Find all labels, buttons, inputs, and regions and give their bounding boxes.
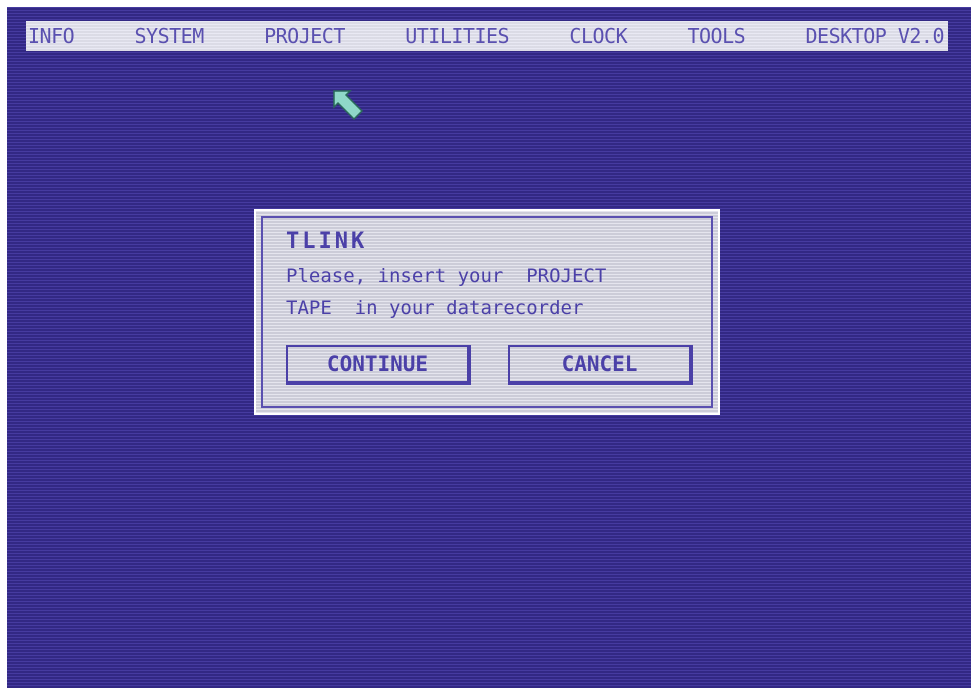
menu-info[interactable]: INFO <box>28 24 75 48</box>
continue-button[interactable]: CONTINUE <box>286 345 471 385</box>
arrow-pointer-icon <box>333 90 364 121</box>
menu-project[interactable]: PROJECT <box>264 24 345 48</box>
menu-bar: INFO SYSTEM PROJECT UTILITIES CLOCK TOOL… <box>26 21 948 51</box>
cancel-button[interactable]: CANCEL <box>508 345 693 385</box>
menu-system[interactable]: SYSTEM <box>135 24 205 48</box>
menu-tools[interactable]: TOOLS <box>687 24 745 48</box>
desktop-screen: INFO SYSTEM PROJECT UTILITIES CLOCK TOOL… <box>7 7 971 688</box>
dialog-message-line-2: TAPE in your datarecorder <box>286 297 584 319</box>
menu-utilities[interactable]: UTILITIES <box>405 24 509 48</box>
dialog-title: TLINK <box>286 229 368 254</box>
dialog-message-line-1: Please, insert your PROJECT <box>286 265 607 287</box>
menu-desktop-version[interactable]: DESKTOP V2.0 <box>806 24 945 48</box>
tape-prompt-dialog: TLINK Please, insert your PROJECT TAPE i… <box>254 209 720 415</box>
menu-clock[interactable]: CLOCK <box>569 24 627 48</box>
